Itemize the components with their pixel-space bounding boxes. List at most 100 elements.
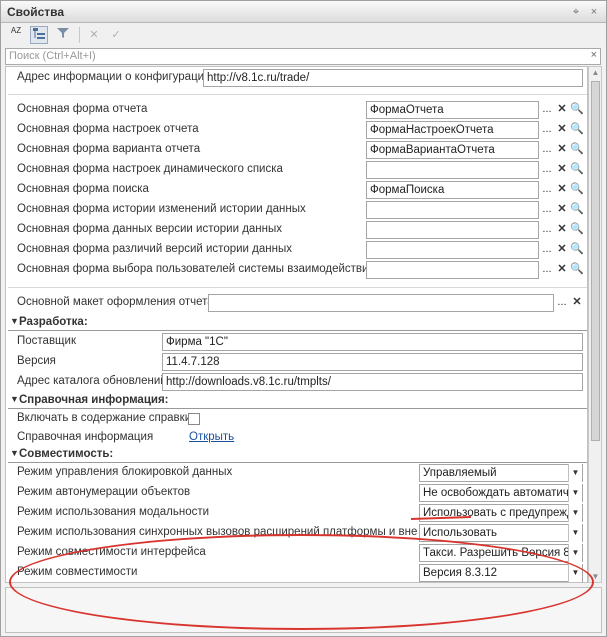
close-icon[interactable]: ×	[587, 5, 601, 19]
property-row: Адрес информации о конфигурации http://v…	[6, 68, 587, 88]
group-help[interactable]: ▼ Справочная информация:	[8, 393, 587, 409]
compat-label: Режим управления блокировкой данных	[17, 466, 233, 478]
compat-select[interactable]: Управляемый	[419, 464, 583, 482]
form-field[interactable]	[366, 201, 539, 219]
compat-label: Режим использования синхронных вызовов р…	[17, 526, 417, 538]
open-search-icon[interactable]: 🔍	[570, 101, 584, 119]
delete-icon[interactable]: ✕	[85, 26, 103, 44]
help-info-label: Справочная информация	[17, 431, 154, 443]
clear-icon[interactable]: ✕	[555, 201, 569, 219]
form-field[interactable]: ФормаПоиска	[366, 181, 539, 199]
group-title: Совместимость:	[19, 448, 114, 460]
form-row: Основная форма настроек динамического сп…	[6, 160, 587, 180]
select-dots-button[interactable]: ...	[540, 181, 554, 199]
sort-alpha-icon[interactable]: AZ	[7, 26, 25, 44]
scroll-up-icon[interactable]: ▲	[591, 68, 600, 77]
chevron-down-icon[interactable]: ▼	[568, 564, 582, 582]
group-development[interactable]: ▼ Разработка:	[8, 315, 587, 331]
select-dots-button[interactable]: ...	[540, 121, 554, 139]
chevron-down-icon[interactable]: ▼	[568, 504, 582, 522]
title-bar: Свойства ⌖ ×	[1, 1, 606, 23]
version-field[interactable]: 11.4.7.128	[162, 353, 583, 371]
open-search-icon[interactable]: 🔍	[570, 201, 584, 219]
vertical-scrollbar[interactable]: ▲ ▼	[588, 66, 602, 583]
chevron-down-icon[interactable]: ▼	[568, 484, 582, 502]
form-field[interactable]	[366, 161, 539, 179]
chevron-down-icon[interactable]: ▼	[568, 544, 582, 562]
property-label: Адрес информации о конфигурации	[17, 71, 211, 83]
tree-view-glyph	[33, 28, 45, 39]
version-label: Версия	[17, 355, 56, 367]
open-search-icon[interactable]: 🔍	[570, 121, 584, 139]
properties-window: Свойства ⌖ × AZ ✕ ✓ Поиск (Ctrl+Alt+I) ×…	[0, 0, 607, 637]
config-info-field[interactable]: http://v8.1c.ru/trade/	[203, 69, 583, 87]
filter-glyph	[57, 28, 69, 38]
compat-select[interactable]: Версия 8.3.12	[419, 564, 583, 582]
compat-label: Режим совместимости интерфейса	[17, 546, 206, 558]
select-dots-button[interactable]: ...	[540, 161, 554, 179]
compat-label: Режим автонумерации объектов	[17, 486, 191, 498]
expand-triangle-icon: ▼	[10, 394, 19, 404]
open-search-icon[interactable]: 🔍	[570, 161, 584, 179]
include-help-checkbox[interactable]	[188, 413, 200, 425]
open-search-icon[interactable]: 🔍	[570, 141, 584, 159]
select-dots-button[interactable]: ...	[540, 101, 554, 119]
open-search-icon[interactable]: 🔍	[570, 221, 584, 239]
form-label: Основная форма настроек отчета	[17, 123, 199, 135]
form-row: Основная форма различий версий истории д…	[6, 240, 587, 260]
scroll-thumb[interactable]	[591, 81, 600, 441]
select-dots-button[interactable]: ...	[540, 261, 554, 279]
compat-row: Режим использования синхронных вызовов р…	[6, 523, 587, 543]
compat-select[interactable]: Использовать с предупрежд	[419, 504, 583, 522]
check-icon[interactable]: ✓	[107, 26, 125, 44]
filter-icon[interactable]	[54, 26, 72, 44]
select-dots-button[interactable]: ...	[555, 294, 569, 312]
form-field[interactable]	[366, 241, 539, 259]
layout-label: Основной макет оформления отчета	[17, 296, 214, 308]
group-compat[interactable]: ▼ Совместимость:	[8, 447, 587, 463]
form-field[interactable]: ФормаОтчета	[366, 101, 539, 119]
open-search-icon[interactable]: 🔍	[570, 241, 584, 259]
select-dots-button[interactable]: ...	[540, 201, 554, 219]
select-dots-button[interactable]: ...	[540, 141, 554, 159]
open-help-link[interactable]: Открыть	[189, 431, 234, 443]
tree-view-icon[interactable]	[30, 26, 48, 44]
scroll-down-icon[interactable]: ▼	[591, 572, 600, 581]
chevron-down-icon[interactable]: ▼	[568, 464, 582, 482]
catalog-field[interactable]: http://downloads.v8.1c.ru/tmplts/	[162, 373, 583, 391]
divider	[8, 94, 587, 95]
compat-select[interactable]: Такси. Разрешить Версия 8.	[419, 544, 583, 562]
select-dots-button[interactable]: ...	[540, 221, 554, 239]
form-field[interactable]: ФормаНастроекОтчета	[366, 121, 539, 139]
form-field[interactable]	[366, 261, 539, 279]
supplier-label: Поставщик	[17, 335, 76, 347]
select-dots-button[interactable]: ...	[540, 241, 554, 259]
form-field[interactable]	[366, 221, 539, 239]
clear-icon[interactable]: ✕	[555, 101, 569, 119]
group-title: Разработка:	[19, 316, 88, 328]
form-field[interactable]: ФормаВариантаОтчета	[366, 141, 539, 159]
clear-icon[interactable]: ✕	[555, 261, 569, 279]
layout-field[interactable]	[208, 294, 554, 312]
clear-icon[interactable]: ✕	[555, 221, 569, 239]
clear-icon[interactable]: ✕	[555, 241, 569, 259]
open-search-icon[interactable]: 🔍	[570, 181, 584, 199]
supplier-field[interactable]: Фирма "1С"	[162, 333, 583, 351]
clear-icon[interactable]: ✕	[570, 294, 584, 312]
form-row: Основная форма поиска ФормаПоиска ... ✕ …	[6, 180, 587, 200]
clear-icon[interactable]: ✕	[555, 161, 569, 179]
form-label: Основная форма данных версии истории дан…	[17, 223, 283, 235]
search-clear-icon[interactable]: ×	[591, 49, 597, 61]
form-label: Основная форма поиска	[17, 183, 149, 195]
chevron-down-icon[interactable]: ▼	[568, 524, 582, 542]
include-help-label: Включать в содержание справки	[17, 412, 192, 424]
compat-select[interactable]: Не освобождать автоматиче	[419, 484, 583, 502]
clear-icon[interactable]: ✕	[555, 181, 569, 199]
clear-icon[interactable]: ✕	[555, 141, 569, 159]
clear-icon[interactable]: ✕	[555, 121, 569, 139]
open-search-icon[interactable]: 🔍	[570, 261, 584, 279]
compat-row: Режим совместимости интерфейса Такси. Ра…	[6, 543, 587, 563]
pin-icon[interactable]: ⌖	[569, 5, 583, 19]
compat-select[interactable]: Использовать	[419, 524, 583, 542]
search-input[interactable]: Поиск (Ctrl+Alt+I) ×	[5, 48, 601, 65]
